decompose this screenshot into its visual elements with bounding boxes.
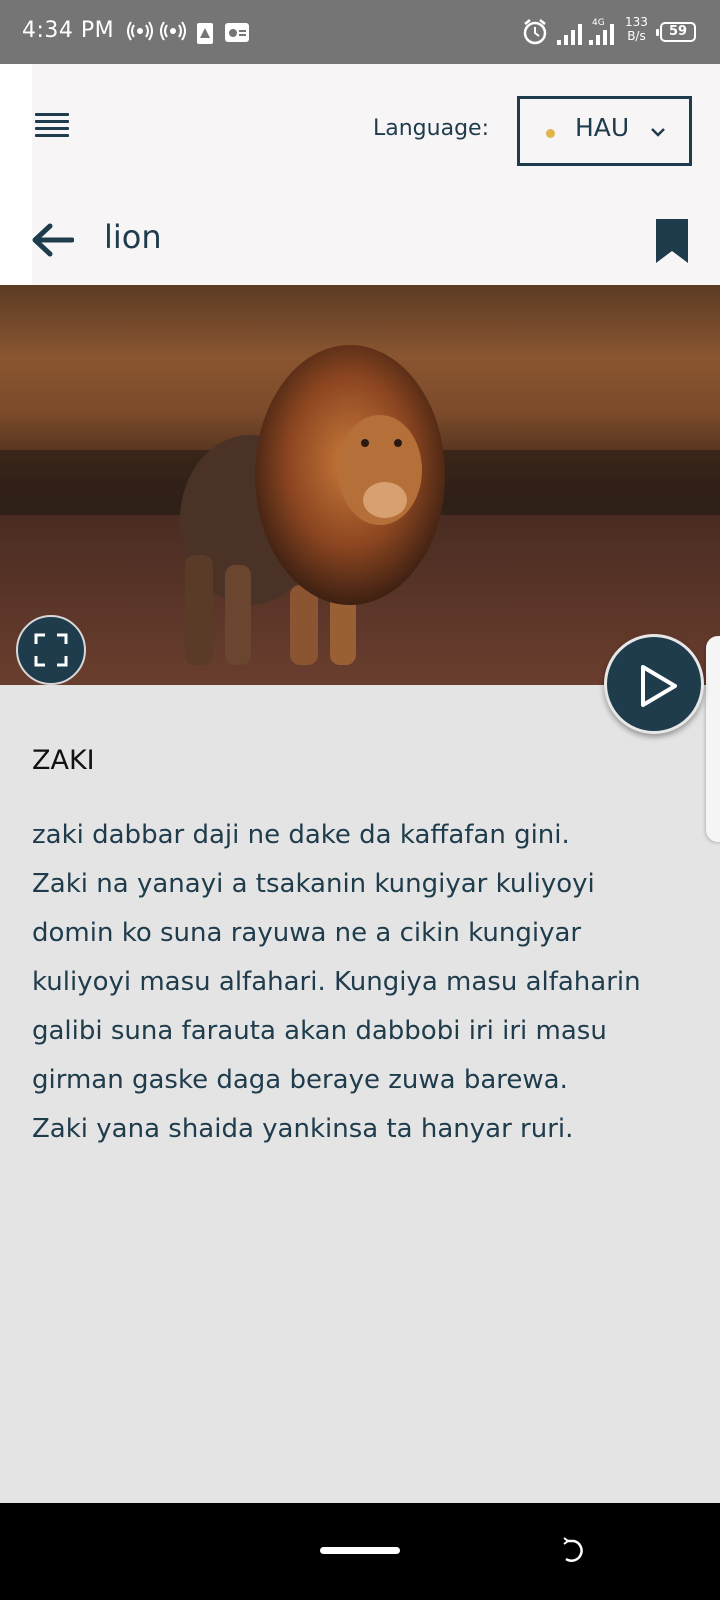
network-speed-unit: B/s (627, 29, 646, 43)
play-audio-button[interactable] (604, 634, 704, 734)
radio-icon (225, 23, 249, 42)
network-type: 4G (592, 18, 605, 28)
home-gesture-bar[interactable] (320, 1547, 400, 1554)
side-panel-tab[interactable] (706, 636, 720, 842)
chevron-down-icon (651, 128, 665, 137)
paragraph-line: Zaki yana shaida yankinsa ta hanyar ruri… (32, 1114, 574, 1144)
rotate-icon[interactable] (560, 1535, 590, 1565)
fullscreen-button[interactable] (16, 615, 86, 685)
battery-indicator: 59 (656, 22, 696, 42)
language-label: Language: (373, 116, 489, 141)
status-time: 4:34 PM (22, 18, 115, 43)
storage-icon (197, 23, 213, 44)
header-strip (0, 64, 32, 285)
paragraph-line: kuliyoyi masu alfahari. Kungiya masu alf… (32, 967, 641, 997)
page-title: lion (104, 218, 162, 256)
paragraph-line: galibi suna farauta akan dabbobi iri iri… (32, 1016, 607, 1046)
signal-icon (557, 24, 582, 45)
lion-illustration (0, 345, 720, 685)
menu-icon[interactable] (35, 113, 69, 137)
language-dot (546, 129, 555, 138)
language-value: HAU (575, 113, 630, 142)
network-speed-value: 133 (625, 15, 648, 29)
hotspot-icon (160, 21, 186, 41)
paragraph-line: zaki dabbar daji ne dake da kaffafan gin… (32, 820, 570, 850)
play-icon (641, 665, 677, 707)
fullscreen-icon (34, 633, 68, 667)
hotspot-icon (127, 21, 153, 41)
back-arrow-icon[interactable] (30, 222, 74, 258)
status-bar: 4:34 PM 4G 133 B/s 59 (0, 0, 720, 64)
paragraph-line: Zaki na yanayi a tsakanin kungiyar kuliy… (32, 869, 595, 899)
network-speed: 133 B/s (625, 15, 648, 43)
alarm-icon (523, 19, 547, 45)
paragraph-line: domin ko suna rayuwa ne a cikin kungiyar (32, 918, 582, 948)
paragraph-line: girman gaske daga beraye zuwa barewa. (32, 1065, 568, 1095)
lion-image (0, 285, 720, 685)
language-dropdown[interactable]: HAU (517, 96, 692, 166)
content-paragraph: zaki dabbar daji ne dake da kaffafan gin… (32, 811, 702, 1154)
content-heading: ZAKI (32, 745, 95, 776)
bookmark-icon[interactable] (655, 218, 689, 264)
signal-4g-icon: 4G (589, 18, 614, 45)
